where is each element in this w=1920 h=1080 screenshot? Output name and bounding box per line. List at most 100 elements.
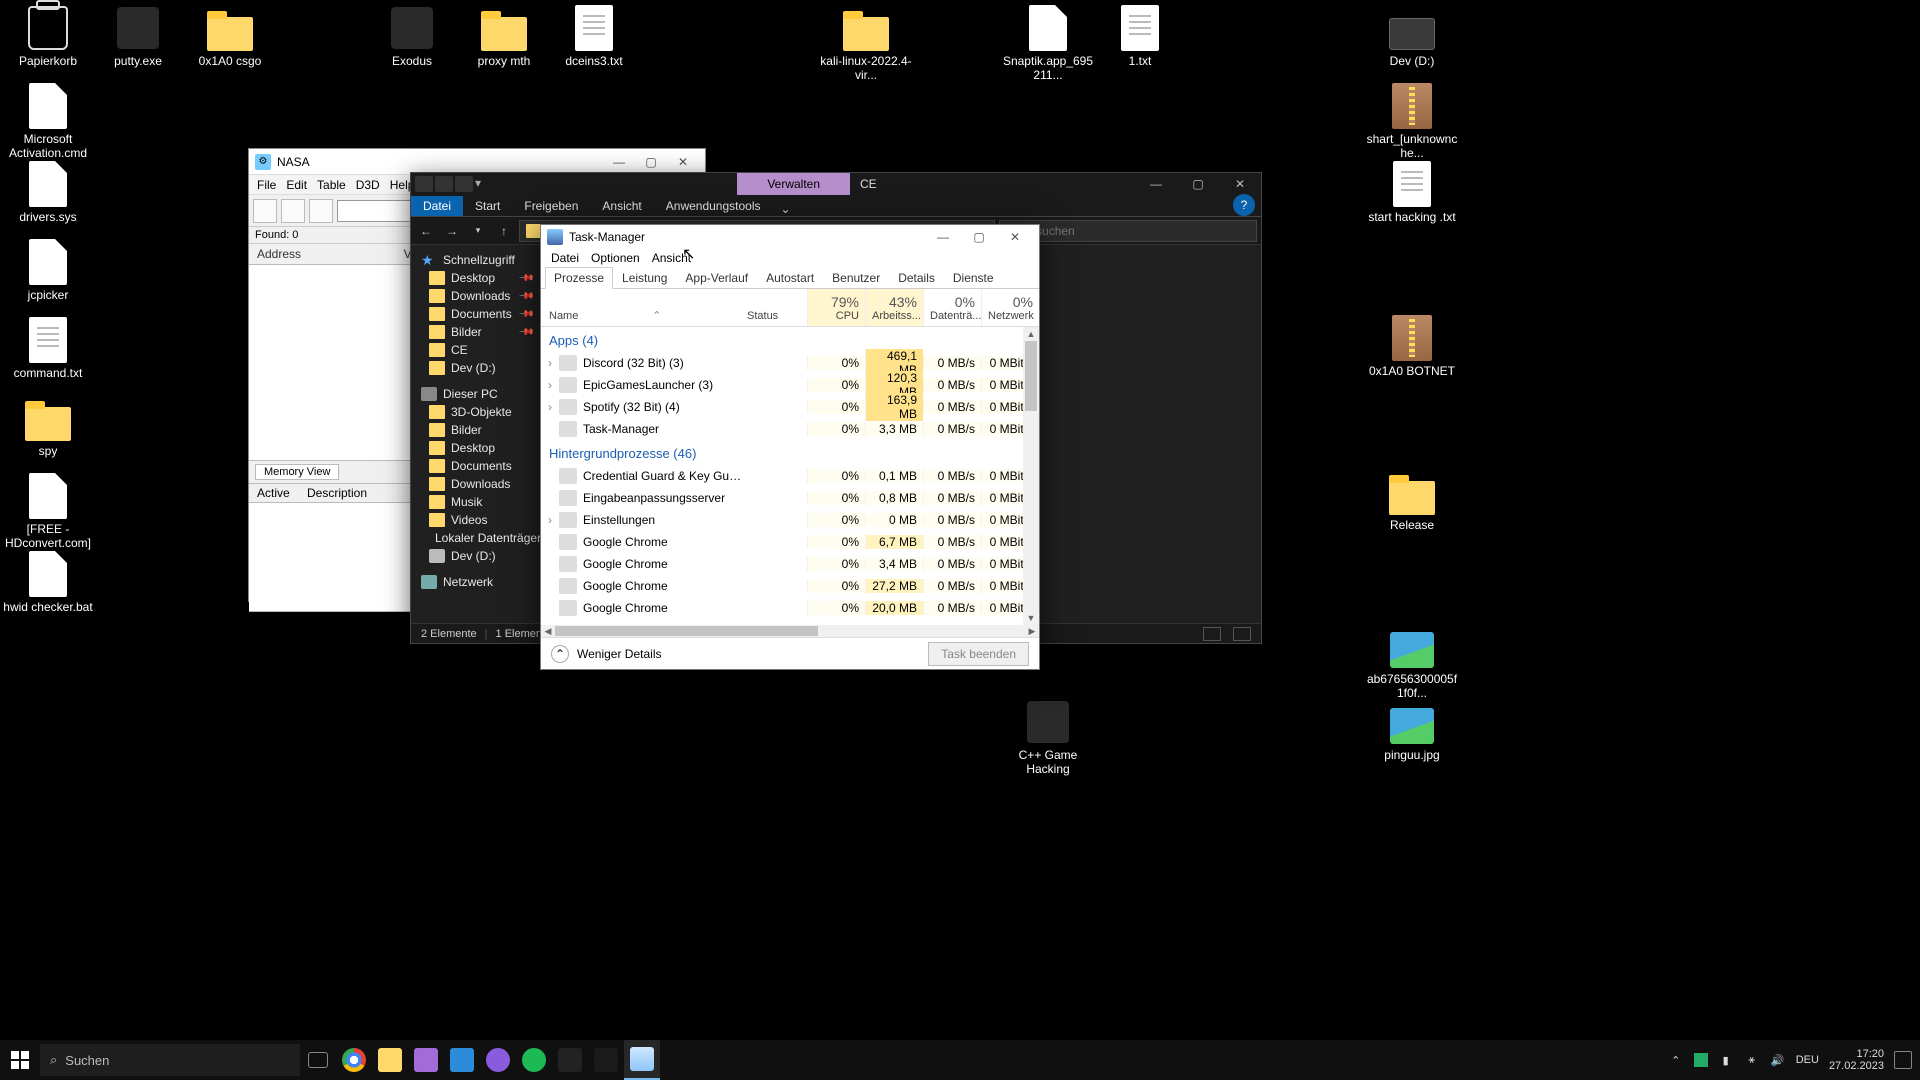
taskbar-vscode[interactable] [444, 1040, 480, 1080]
sidebar-item[interactable]: Dev (D:) [411, 359, 540, 377]
scroll-down-icon[interactable]: ▼ [1023, 611, 1039, 625]
taskbar-visualstudio[interactable] [408, 1040, 444, 1080]
close-button[interactable]: ✕ [1219, 173, 1261, 195]
tm-tab[interactable]: Details [889, 267, 944, 289]
start-button[interactable] [0, 1040, 40, 1080]
tm-process-list[interactable]: Apps (4) › Discord (32 Bit) (3) 0% 469,1… [541, 327, 1039, 625]
sidebar-item[interactable]: 3D-Objekte [411, 403, 540, 421]
sidebar-item[interactable]: Documents📌 [411, 305, 540, 323]
minimize-button[interactable]: — [603, 151, 635, 173]
desktop-icon[interactable]: putty.exe [92, 4, 184, 69]
taskbar-explorer[interactable] [372, 1040, 408, 1080]
view-icons-button[interactable] [1233, 627, 1251, 641]
tm-menu-item[interactable]: Optionen [591, 251, 640, 265]
tm-tab[interactable]: App-Verlauf [676, 267, 757, 289]
minimize-button[interactable]: — [1135, 173, 1177, 195]
desktop-icon[interactable]: jcpicker [2, 238, 94, 303]
ce-menu-item[interactable]: Edit [286, 178, 307, 192]
maximize-button[interactable]: ▢ [635, 151, 667, 173]
col-datenträ...[interactable]: 0%Datenträ... [923, 289, 981, 326]
close-button[interactable]: ✕ [667, 151, 699, 173]
desktop-icon[interactable]: 0x1A0 BOTNET [1366, 314, 1458, 379]
sidebar-item[interactable]: Dieser PC [411, 385, 540, 403]
task-view-button[interactable] [300, 1040, 336, 1080]
sidebar-item[interactable]: Downloads [411, 475, 540, 493]
qat-button[interactable] [455, 176, 473, 192]
desktop-icon[interactable]: Papierkorb [2, 4, 94, 69]
taskbar-chrome[interactable] [336, 1040, 372, 1080]
desktop-icon[interactable]: proxy mth [458, 4, 550, 69]
col-cpu[interactable]: 79%CPU [807, 289, 865, 326]
desktop-icon[interactable]: Dev (D:) [1366, 4, 1458, 69]
desktop-icon[interactable]: kali-linux-2022.4-vir... [820, 4, 912, 83]
tm-tab[interactable]: Benutzer [823, 267, 889, 289]
tm-tab[interactable]: Autostart [757, 267, 823, 289]
minimize-button[interactable]: — [925, 227, 961, 247]
nav-back-button[interactable]: ← [415, 220, 437, 242]
process-row[interactable]: Eingabeanpassungsserver 0% 0,8 MB 0 MB/s… [541, 487, 1039, 509]
sidebar-item[interactable]: Documents [411, 457, 540, 475]
tm-tab[interactable]: Prozesse [545, 267, 613, 289]
process-row[interactable]: Google Chrome 0% 6,7 MB 0 MB/s 0 MBit/s [541, 531, 1039, 553]
process-row[interactable]: › Einstellungen 0% 0 MB 0 MB/s 0 MBit/s [541, 509, 1039, 531]
ribbon-tab[interactable]: Ansicht [590, 196, 653, 216]
nav-recent-button[interactable]: ▾ [467, 220, 489, 242]
expand-icon[interactable]: › [541, 356, 559, 370]
view-details-button[interactable] [1203, 627, 1221, 641]
taskbar-epic[interactable] [552, 1040, 588, 1080]
fx-navigation-pane[interactable]: ★SchnellzugriffDesktop📌Downloads📌Documen… [411, 245, 541, 623]
qat-dropdown[interactable]: ▾ [475, 176, 485, 192]
desktop-icon[interactable]: Microsoft Activation.cmd [2, 82, 94, 161]
desktop-icon[interactable]: 0x1A0 csgo [184, 4, 276, 69]
process-row[interactable]: › Spotify (32 Bit) (4) 0% 163,9 MB 0 MB/… [541, 396, 1039, 418]
col-arbeitss...[interactable]: 43%Arbeitss... [865, 289, 923, 326]
ribbon-tab[interactable]: Anwendungstools [654, 196, 773, 216]
tray-language[interactable]: DEU [1796, 1054, 1819, 1066]
col-active[interactable]: Active [257, 486, 307, 500]
tray-volume-icon[interactable]: 🔊 [1770, 1052, 1786, 1068]
taskbar-taskmanager[interactable] [624, 1040, 660, 1080]
sidebar-item[interactable]: Videos [411, 511, 540, 529]
nav-up-button[interactable]: ↑ [493, 220, 515, 242]
process-row[interactable]: Google Chrome 0% 27,2 MB 0 MB/s 0 MBit/s [541, 575, 1039, 597]
process-row[interactable]: › EpicGamesLauncher (3) 0% 120,3 MB 0 MB… [541, 374, 1039, 396]
taskbar-cheatengine[interactable] [588, 1040, 624, 1080]
sidebar-item[interactable]: Desktop [411, 439, 540, 457]
col-status[interactable]: Status [743, 289, 807, 326]
desktop-icon[interactable]: spy [2, 394, 94, 459]
sidebar-item[interactable]: Musik [411, 493, 540, 511]
desktop-icon[interactable]: Release [1366, 468, 1458, 533]
desktop-icon[interactable]: command.txt [2, 316, 94, 381]
end-task-button[interactable]: Task beenden [928, 642, 1029, 666]
tm-tab[interactable]: Leistung [613, 267, 676, 289]
col-address[interactable]: Address [257, 247, 404, 261]
sidebar-item[interactable]: ★Schnellzugriff [411, 251, 540, 269]
expand-icon[interactable]: › [541, 378, 559, 392]
tray-battery-icon[interactable]: ▮ [1718, 1052, 1734, 1068]
desktop-icon[interactable]: start hacking .txt [1366, 160, 1458, 225]
sidebar-item[interactable]: Lokaler Datenträger [411, 529, 540, 547]
ce-menu-item[interactable]: Table [317, 178, 346, 192]
scroll-thumb[interactable] [1025, 341, 1037, 411]
tm-menu-item[interactable]: Datei [551, 251, 579, 265]
ce-menu-item[interactable]: D3D [356, 178, 380, 192]
sidebar-item[interactable]: Desktop📌 [411, 269, 540, 287]
ribbon-collapse-icon[interactable]: ⌄ [773, 202, 799, 216]
fewer-details-icon[interactable]: ⌃ [551, 645, 569, 663]
tray-overflow-icon[interactable]: ⌃ [1668, 1052, 1684, 1068]
desktop-icon[interactable]: dceins3.txt [548, 4, 640, 69]
fewer-details-link[interactable]: Weniger Details [577, 647, 661, 661]
scroll-left-icon[interactable]: ◀ [541, 625, 555, 637]
ribbon-tab[interactable]: Datei [411, 196, 463, 216]
process-row[interactable]: › Discord (32 Bit) (3) 0% 469,1 MB 0 MB/… [541, 352, 1039, 374]
horizontal-scrollbar[interactable]: ◀ ▶ [541, 625, 1039, 637]
desktop-icon[interactable]: Exodus [366, 4, 458, 69]
scroll-right-icon[interactable]: ▶ [1025, 625, 1039, 637]
process-row[interactable]: Task-Manager 0% 3,3 MB 0 MB/s 0 MBit/s [541, 418, 1039, 440]
process-row[interactable]: Credential Guard & Key Guard 0% 0,1 MB 0… [541, 465, 1039, 487]
vertical-scrollbar[interactable]: ▲ ▼ [1023, 327, 1039, 625]
desktop-icon[interactable]: Snaptik.app_695211... [1002, 4, 1094, 83]
expand-icon[interactable]: › [541, 513, 559, 527]
sidebar-item[interactable]: Netzwerk [411, 573, 540, 591]
tm-tab[interactable]: Dienste [944, 267, 1003, 289]
